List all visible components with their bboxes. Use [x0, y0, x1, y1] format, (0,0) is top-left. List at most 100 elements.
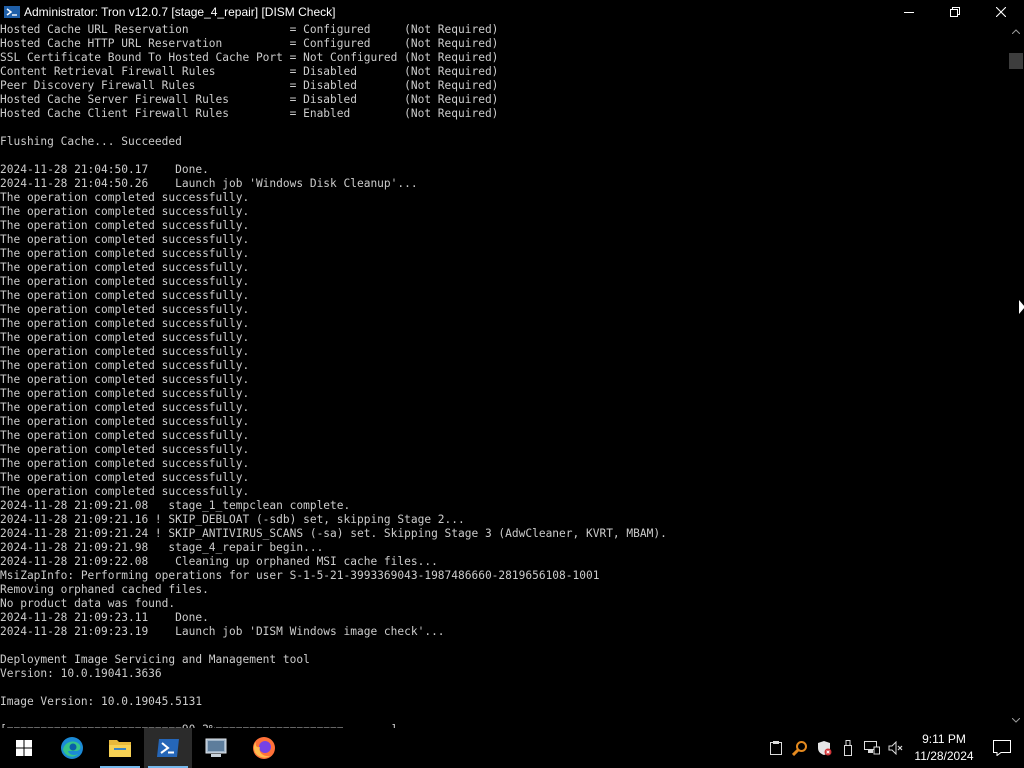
chevron-down-icon — [1012, 717, 1020, 723]
volume-muted-icon — [888, 741, 903, 755]
console-line: 2024-11-28 21:09:21.08 stage_1_tempclean… — [0, 499, 351, 512]
vertical-scrollbar[interactable] — [1008, 23, 1024, 728]
computer-icon — [205, 738, 227, 757]
system-tray: 9:11 PM 11/28/2024 — [764, 728, 1024, 768]
console-line: Image Version: 10.0.19045.5131 — [0, 695, 203, 708]
console-line: MsiZapInfo: Performing operations for us… — [0, 569, 600, 582]
window-titlebar[interactable]: Administrator: Tron v12.0.7 [stage_4_rep… — [0, 0, 1024, 23]
restore-icon — [950, 6, 960, 17]
console-line: Version: 10.0.19041.3636 — [0, 667, 162, 680]
taskbar: 9:11 PM 11/28/2024 — [0, 728, 1024, 768]
window-controls — [886, 0, 1024, 23]
tray-volume-button[interactable] — [884, 728, 908, 768]
console-line: 2024-11-28 21:09:21.98 stage_4_repair be… — [0, 541, 324, 554]
window-title: Administrator: Tron v12.0.7 [stage_4_rep… — [24, 4, 336, 19]
magnifier-icon — [792, 741, 807, 756]
console-line: Hosted Cache URL Reservation = Configure… — [0, 23, 499, 36]
minimize-button[interactable] — [886, 0, 932, 23]
firefox-icon — [253, 737, 275, 759]
console-line: SSL Certificate Bound To Hosted Cache Po… — [0, 51, 499, 64]
maximize-button[interactable] — [932, 0, 978, 23]
tray-search-icon-button[interactable] — [788, 728, 812, 768]
start-button[interactable] — [0, 728, 48, 768]
console-line: The operation completed successfully. — [0, 219, 250, 232]
console-line: Peer Discovery Firewall Rules = Disabled… — [0, 79, 499, 92]
console-line: 2024-11-28 21:09:23.11 Done. — [0, 611, 209, 624]
console-line: The operation completed successfully. — [0, 429, 250, 442]
tray-app-icon[interactable] — [764, 728, 788, 768]
console-line: Flushing Cache... Succeeded — [0, 135, 182, 148]
console-line: The operation completed successfully. — [0, 415, 250, 428]
console-line: Hosted Cache Server Firewall Rules = Dis… — [0, 93, 499, 106]
console-line: No product data was found. — [0, 597, 176, 610]
console-line: Hosted Cache Client Firewall Rules = Ena… — [0, 107, 499, 120]
console-line: Removing orphaned cached files. — [0, 583, 209, 596]
scroll-down-button[interactable] — [1008, 712, 1024, 728]
console-line: The operation completed successfully. — [0, 471, 250, 484]
console-line: The operation completed successfully. — [0, 373, 250, 386]
powershell-icon — [4, 5, 20, 19]
console-line: The operation completed successfully. — [0, 247, 250, 260]
console-line: The operation completed successfully. — [0, 289, 250, 302]
console-line: 2024-11-28 21:04:50.26 Launch job 'Windo… — [0, 177, 418, 190]
console-line: The operation completed successfully. — [0, 191, 250, 204]
scroll-thumb[interactable] — [1009, 53, 1023, 69]
mouse-pointer-icon — [1019, 300, 1024, 314]
folder-icon — [109, 740, 131, 757]
usb-drive-icon — [844, 740, 852, 756]
console-line: The operation completed successfully. — [0, 401, 250, 414]
console-line: The operation completed successfully. — [0, 387, 250, 400]
console-output[interactable]: Hosted Cache URL Reservation = Configure… — [0, 23, 1008, 728]
powershell-icon — [157, 739, 179, 757]
notification-icon — [993, 740, 1011, 756]
console-line: The operation completed successfully. — [0, 345, 250, 358]
taskbar-clock[interactable]: 9:11 PM 11/28/2024 — [908, 731, 980, 765]
scroll-up-button[interactable] — [1008, 23, 1024, 39]
clock-date: 11/28/2024 — [914, 749, 974, 763]
console-line: The operation completed successfully. — [0, 331, 250, 344]
console-line: The operation completed successfully. — [0, 233, 250, 246]
network-icon — [864, 741, 880, 755]
console-line: Content Retrieval Firewall Rules = Disab… — [0, 65, 499, 78]
console-line: The operation completed successfully. — [0, 261, 250, 274]
powershell-app[interactable] — [144, 728, 192, 768]
console-line: 2024-11-28 21:09:23.19 Launch job 'DISM … — [0, 625, 445, 638]
console-line: The operation completed successfully. — [0, 457, 250, 470]
control-panel-app[interactable] — [192, 728, 240, 768]
tray-network-button[interactable] — [860, 728, 884, 768]
console-line: 2024-11-28 21:09:22.08 Cleaning up orpha… — [0, 555, 438, 568]
edge-icon — [61, 737, 83, 759]
file-explorer-app[interactable] — [96, 728, 144, 768]
console-text: Hosted Cache URL Reservation = Configure… — [0, 23, 1008, 728]
console-line: The operation completed successfully. — [0, 317, 250, 330]
console-line: Hosted Cache HTTP URL Reservation = Conf… — [0, 37, 499, 50]
firefox-app[interactable] — [240, 728, 288, 768]
edge-app[interactable] — [48, 728, 96, 768]
clipboard-icon — [770, 741, 782, 755]
console-line: 2024-11-28 21:09:21.16 ! SKIP_DEBLOAT (-… — [0, 513, 465, 526]
minimize-icon — [904, 11, 914, 13]
console-line: Deployment Image Servicing and Managemen… — [0, 653, 310, 666]
console-line: The operation completed successfully. — [0, 359, 250, 372]
console-line: The operation completed successfully. — [0, 485, 250, 498]
close-button[interactable] — [978, 0, 1024, 23]
tray-usb-button[interactable] — [836, 728, 860, 768]
console-line: The operation completed successfully. — [0, 443, 250, 456]
console-line: 2024-11-28 21:04:50.17 Done. — [0, 163, 209, 176]
windows-logo-icon — [16, 740, 32, 756]
tray-security-button[interactable] — [812, 728, 836, 768]
console-line: 2024-11-28 21:09:21.24 ! SKIP_ANTIVIRUS_… — [0, 527, 667, 540]
chevron-up-icon — [1012, 28, 1020, 34]
close-icon — [996, 6, 1006, 17]
notification-center-button[interactable] — [980, 728, 1024, 768]
defender-shield-icon — [818, 741, 832, 756]
console-line: The operation completed successfully. — [0, 275, 250, 288]
console-line: The operation completed successfully. — [0, 303, 250, 316]
console-line: The operation completed successfully. — [0, 205, 250, 218]
clock-time: 9:11 PM — [922, 732, 966, 746]
